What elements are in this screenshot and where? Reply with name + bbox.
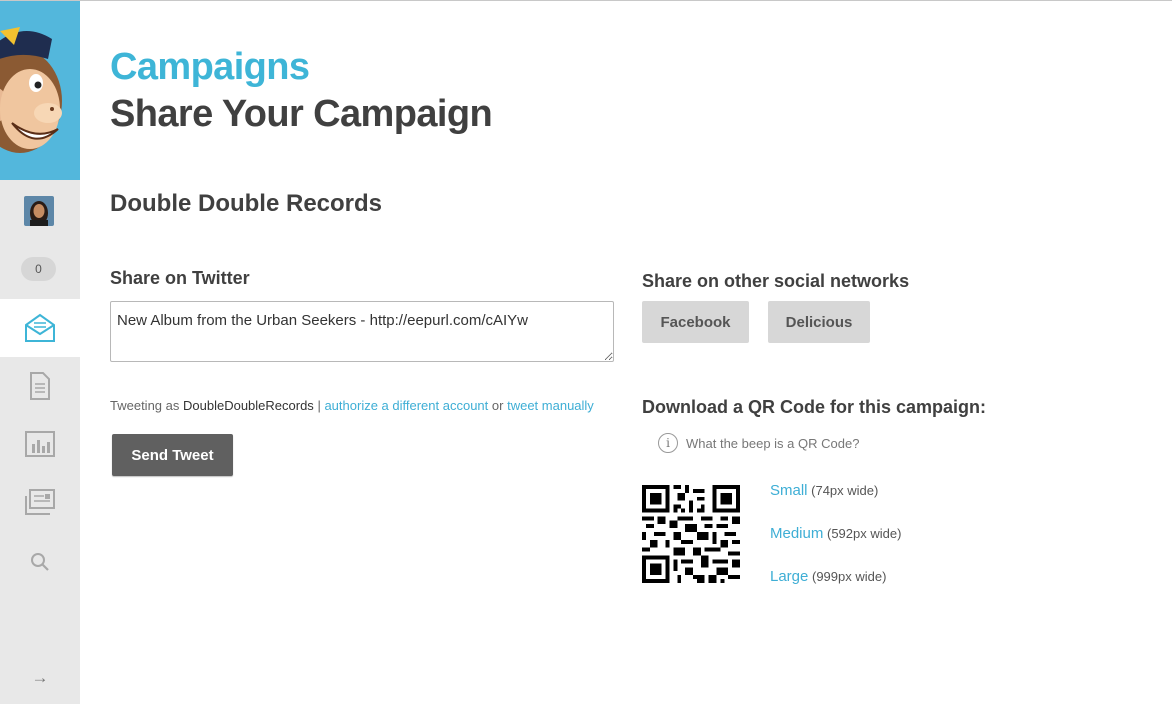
- qr-large-note: (999px wide): [812, 569, 887, 584]
- section-title[interactable]: Campaigns: [110, 46, 310, 89]
- tweeting-as-label: Tweeting as: [110, 398, 180, 413]
- campaign-name: Double Double Records: [110, 190, 383, 217]
- send-tweet-button[interactable]: Send Tweet: [112, 434, 233, 476]
- qr-size-small-row: Small (74px wide): [770, 482, 878, 499]
- nav-templates[interactable]: [0, 357, 80, 415]
- qr-heading: Download a QR Code for this campaign:: [642, 397, 987, 417]
- monkey-logo-icon: [0, 27, 62, 153]
- qr-size-large-row: Large (999px wide): [770, 568, 886, 585]
- search-icon: [31, 553, 49, 571]
- user-avatar[interactable]: [24, 196, 54, 226]
- twitter-heading: Share on Twitter: [110, 268, 250, 288]
- sidebar: 0 →: [0, 1, 80, 704]
- expand-sidebar-arrow-icon[interactable]: →: [0, 663, 80, 693]
- envelope-icon: [25, 313, 55, 342]
- document-icon: [30, 372, 50, 400]
- qr-large-link[interactable]: Large: [770, 568, 808, 585]
- qr-size-medium-row: Medium (592px wide): [770, 525, 901, 542]
- tweet-text-field[interactable]: [110, 301, 614, 362]
- social-heading: Share on other social networks: [642, 271, 910, 291]
- qr-small-link[interactable]: Small: [770, 482, 808, 499]
- page-title: Share Your Campaign: [110, 93, 493, 135]
- qr-small-note: (74px wide): [811, 483, 879, 498]
- qr-code-image: [642, 485, 740, 583]
- info-icon: i: [658, 433, 678, 453]
- nav-search[interactable]: [0, 533, 80, 591]
- tweeting-as-line: Tweeting as DoubleDoubleRecords | author…: [110, 398, 594, 413]
- nav-lists[interactable]: [0, 473, 80, 531]
- lists-icon: [25, 489, 55, 515]
- bar-chart-icon: [25, 431, 55, 457]
- qr-help-link[interactable]: i What the beep is a QR Code?: [658, 432, 859, 454]
- qr-medium-note: (592px wide): [826, 526, 902, 541]
- nav-reports[interactable]: [0, 415, 80, 473]
- freddie-logo[interactable]: [0, 1, 80, 180]
- main-content: Campaigns Share Your Campaign Double Dou…: [110, 0, 1140, 704]
- or-text: or: [491, 398, 504, 413]
- tweet-manually-link[interactable]: tweet manually: [507, 398, 594, 413]
- notification-count-badge[interactable]: 0: [21, 257, 56, 281]
- delicious-button[interactable]: Delicious: [768, 301, 870, 343]
- authorize-different-account-link[interactable]: authorize a different account: [324, 398, 488, 413]
- qr-help-text: What the beep is a QR Code?: [686, 435, 860, 451]
- qr-medium-link[interactable]: Medium: [770, 525, 823, 542]
- twitter-account-name: DoubleDoubleRecords: [183, 398, 314, 413]
- avatar-photo-icon: [24, 196, 54, 226]
- separator: |: [317, 398, 321, 413]
- nav-campaigns[interactable]: [0, 299, 80, 357]
- facebook-button[interactable]: Facebook: [642, 301, 749, 343]
